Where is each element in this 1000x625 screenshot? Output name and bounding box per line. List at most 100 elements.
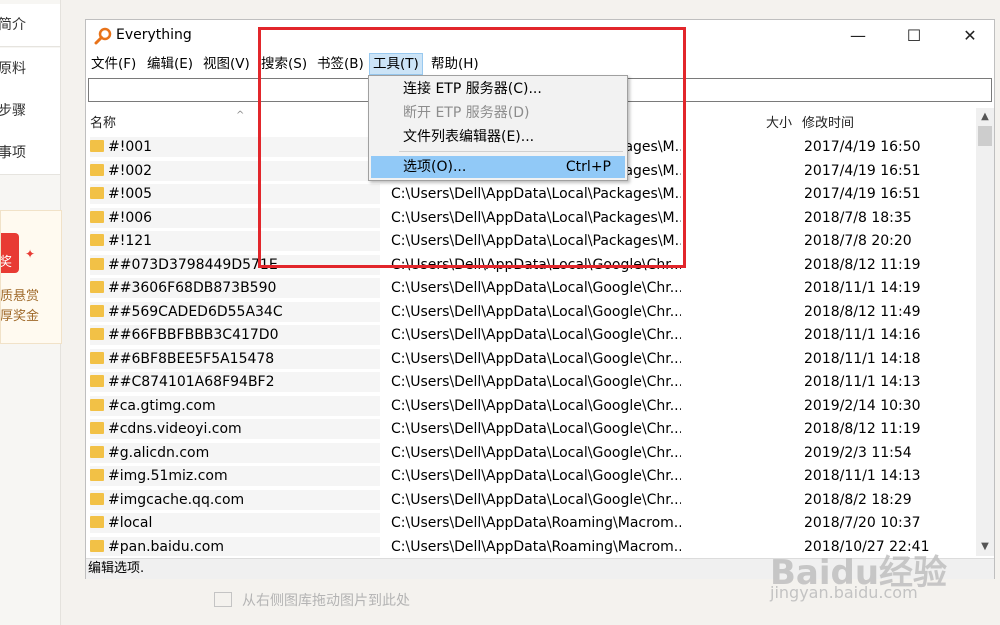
folder-icon bbox=[90, 398, 104, 411]
file-name-cell: #imgcache.qq.com bbox=[90, 489, 380, 510]
file-name: #pan.baidu.com bbox=[108, 538, 224, 555]
menu-edit[interactable]: 编辑(E) bbox=[144, 54, 196, 74]
column-modified[interactable]: 修改时间 bbox=[802, 112, 854, 131]
sort-ascending-icon: ^ bbox=[236, 110, 245, 121]
menu-file[interactable]: 文件(F) bbox=[88, 54, 139, 74]
file-name: ##073D3798449D571E bbox=[108, 256, 278, 273]
maximize-button[interactable]: ☐ bbox=[886, 20, 942, 52]
minimize-button[interactable]: — bbox=[830, 20, 886, 52]
image-icon bbox=[214, 592, 232, 607]
file-name: #!001 bbox=[108, 139, 153, 155]
file-name: ##3606F68DB873B590 bbox=[108, 280, 277, 296]
nav-item-intro[interactable]: 简介 bbox=[0, 4, 60, 47]
table-row[interactable]: ##569CADED6D55A34C C:\Users\Dell\AppData\… bbox=[86, 299, 976, 323]
folder-icon bbox=[90, 445, 104, 458]
nav-item-steps[interactable]: 方法/步骤 bbox=[0, 90, 60, 133]
close-button[interactable]: ✕ bbox=[942, 20, 998, 52]
article-nav: 简介 材料/原料 方法/步骤 注意事项 奖 ✦ 优质悬赏 丰厚奖金 bbox=[0, 0, 62, 625]
file-name-cell: #local bbox=[90, 513, 380, 533]
table-row[interactable]: #ca.gtimg.com C:\Users\Dell\AppData\Local… bbox=[86, 393, 976, 417]
nav-item-materials[interactable]: 材料/原料 bbox=[0, 48, 60, 91]
modified-date: 2018/8/12 11:19 bbox=[804, 256, 921, 273]
file-path: C:\Users\Dell\AppData\Local\Google\Chr..… bbox=[391, 280, 681, 296]
modified-date: 2018/11/1 14:19 bbox=[804, 280, 921, 296]
column-name[interactable]: 名称 ^ bbox=[90, 110, 244, 131]
table-row[interactable]: ##66FBBFBBB3C417D0 C:\Users\Dell\AppData\… bbox=[86, 322, 976, 346]
file-name-cell: ##66FBBFBBB3C417D0 bbox=[90, 325, 380, 345]
table-row[interactable]: #imgcache.qq.com C:\Users\Dell\AppData\Lo… bbox=[86, 487, 976, 511]
file-path: C:\Users\Dell\AppData\Local\Google\Chr..… bbox=[391, 327, 681, 343]
file-path: C:\Users\Dell\AppData\Local\Google\Chr..… bbox=[391, 350, 681, 367]
modified-date: 2018/8/12 11:19 bbox=[804, 421, 921, 437]
table-row[interactable]: ##3606F68DB873B590 C:\Users\Dell\AppData\… bbox=[86, 275, 976, 299]
promo-line2: 丰厚奖金 bbox=[0, 309, 39, 324]
modified-date: 2018/8/2 18:29 bbox=[804, 491, 912, 508]
modified-date: 2018/11/1 14:13 bbox=[804, 468, 921, 484]
column-name-label: 名称 bbox=[90, 116, 117, 131]
table-row[interactable]: #g.alicdn.com C:\Users\Dell\AppData\Local… bbox=[86, 440, 976, 464]
file-name-cell: ##569CADED6D55A34C bbox=[90, 301, 380, 322]
table-row[interactable]: #img.51miz.com C:\Users\Dell\AppData\Loca… bbox=[86, 463, 976, 487]
file-name: #g.alicdn.com bbox=[108, 444, 210, 461]
file-path: C:\Users\Dell\AppData\Roaming\Macrom... bbox=[391, 538, 681, 555]
modified-date: 2019/2/3 11:54 bbox=[804, 444, 912, 461]
scroll-thumb[interactable] bbox=[978, 126, 992, 146]
table-row[interactable]: ##6BF8BEE5F5A15478 C:\Users\Dell\AppData\… bbox=[86, 346, 976, 370]
file-name-cell: ##3606F68DB873B590 bbox=[90, 278, 380, 298]
scroll-down-icon[interactable]: ▼ bbox=[976, 538, 994, 556]
file-name: #img.51miz.com bbox=[108, 468, 228, 484]
modified-date: 2018/7/20 10:37 bbox=[804, 515, 921, 531]
table-row[interactable]: #local C:\Users\Dell\AppData\Roaming\Macr… bbox=[86, 510, 976, 534]
magnifier-icon bbox=[94, 27, 112, 45]
drop-image-hint: 从右侧图库拖动图片到此处 bbox=[214, 590, 410, 610]
modified-date: 2018/11/1 14:16 bbox=[804, 327, 921, 343]
scroll-up-icon[interactable]: ▲ bbox=[976, 108, 994, 126]
promo-line1: 优质悬赏 bbox=[0, 289, 39, 304]
file-path: C:\Users\Dell\AppData\Local\Google\Chr..… bbox=[391, 444, 681, 461]
folder-icon bbox=[90, 351, 104, 364]
modified-date: 2018/8/12 11:49 bbox=[804, 303, 921, 320]
file-name: #!121 bbox=[108, 233, 153, 249]
folder-icon bbox=[90, 516, 104, 528]
folder-icon bbox=[90, 539, 104, 552]
folder-icon bbox=[90, 187, 104, 199]
file-name-cell: #ca.gtimg.com bbox=[90, 395, 380, 416]
drop-hint-text: 从右侧图库拖动图片到此处 bbox=[242, 593, 410, 609]
column-size[interactable]: 大小 bbox=[766, 112, 792, 131]
file-name: ##C874101A68F94BF2 bbox=[108, 374, 275, 390]
file-name: ##569CADED6D55A34C bbox=[108, 303, 283, 320]
folder-icon bbox=[90, 281, 104, 293]
modified-date: 2018/7/8 20:20 bbox=[804, 233, 912, 249]
table-row[interactable]: #cdns.videoyi.com C:\Users\Dell\AppData\L… bbox=[86, 416, 976, 440]
nav-item-label: 注意事项 bbox=[0, 145, 26, 161]
modified-date: 2017/4/19 16:51 bbox=[804, 186, 921, 202]
file-name: ##66FBBFBBB3C417D0 bbox=[108, 327, 279, 343]
file-name: #local bbox=[108, 515, 153, 531]
file-path: C:\Users\Dell\AppData\Local\Google\Chr..… bbox=[391, 303, 681, 320]
nav-item-label: 简介 bbox=[0, 17, 26, 33]
file-path: C:\Users\Dell\AppData\Local\Google\Chr..… bbox=[391, 468, 681, 484]
file-path: C:\Users\Dell\AppData\Roaming\Macrom... bbox=[391, 515, 681, 531]
folder-icon bbox=[90, 492, 104, 505]
reward-promo[interactable]: 奖 ✦ 优质悬赏 丰厚奖金 bbox=[0, 210, 62, 344]
vertical-scrollbar[interactable]: ▲ ▼ bbox=[976, 108, 994, 556]
folder-icon bbox=[90, 304, 104, 317]
folder-icon bbox=[90, 234, 104, 246]
file-name: #!006 bbox=[108, 209, 153, 226]
table-row[interactable]: ##C874101A68F94BF2 C:\Users\Dell\AppData\… bbox=[86, 369, 976, 393]
file-path: C:\Users\Dell\AppData\Local\Google\Chr..… bbox=[391, 374, 681, 390]
file-name: #imgcache.qq.com bbox=[108, 491, 245, 508]
file-name: #ca.gtimg.com bbox=[108, 397, 216, 414]
file-name-cell: #cdns.videoyi.com bbox=[90, 419, 380, 439]
file-name: #!002 bbox=[108, 162, 153, 179]
menu-view[interactable]: 视图(V) bbox=[200, 54, 253, 74]
folder-icon bbox=[90, 328, 104, 340]
nav-item-label: 方法/步骤 bbox=[0, 103, 26, 119]
file-name-cell: ##6BF8BEE5F5A15478 bbox=[90, 348, 380, 369]
window-title: Everything bbox=[116, 27, 192, 43]
folder-icon bbox=[90, 469, 104, 481]
modified-date: 2019/2/14 10:30 bbox=[804, 397, 921, 414]
nav-item-label: 材料/原料 bbox=[0, 61, 26, 77]
sparkle-icon: ✦ bbox=[25, 247, 36, 261]
nav-item-notes[interactable]: 注意事项 bbox=[0, 132, 60, 175]
